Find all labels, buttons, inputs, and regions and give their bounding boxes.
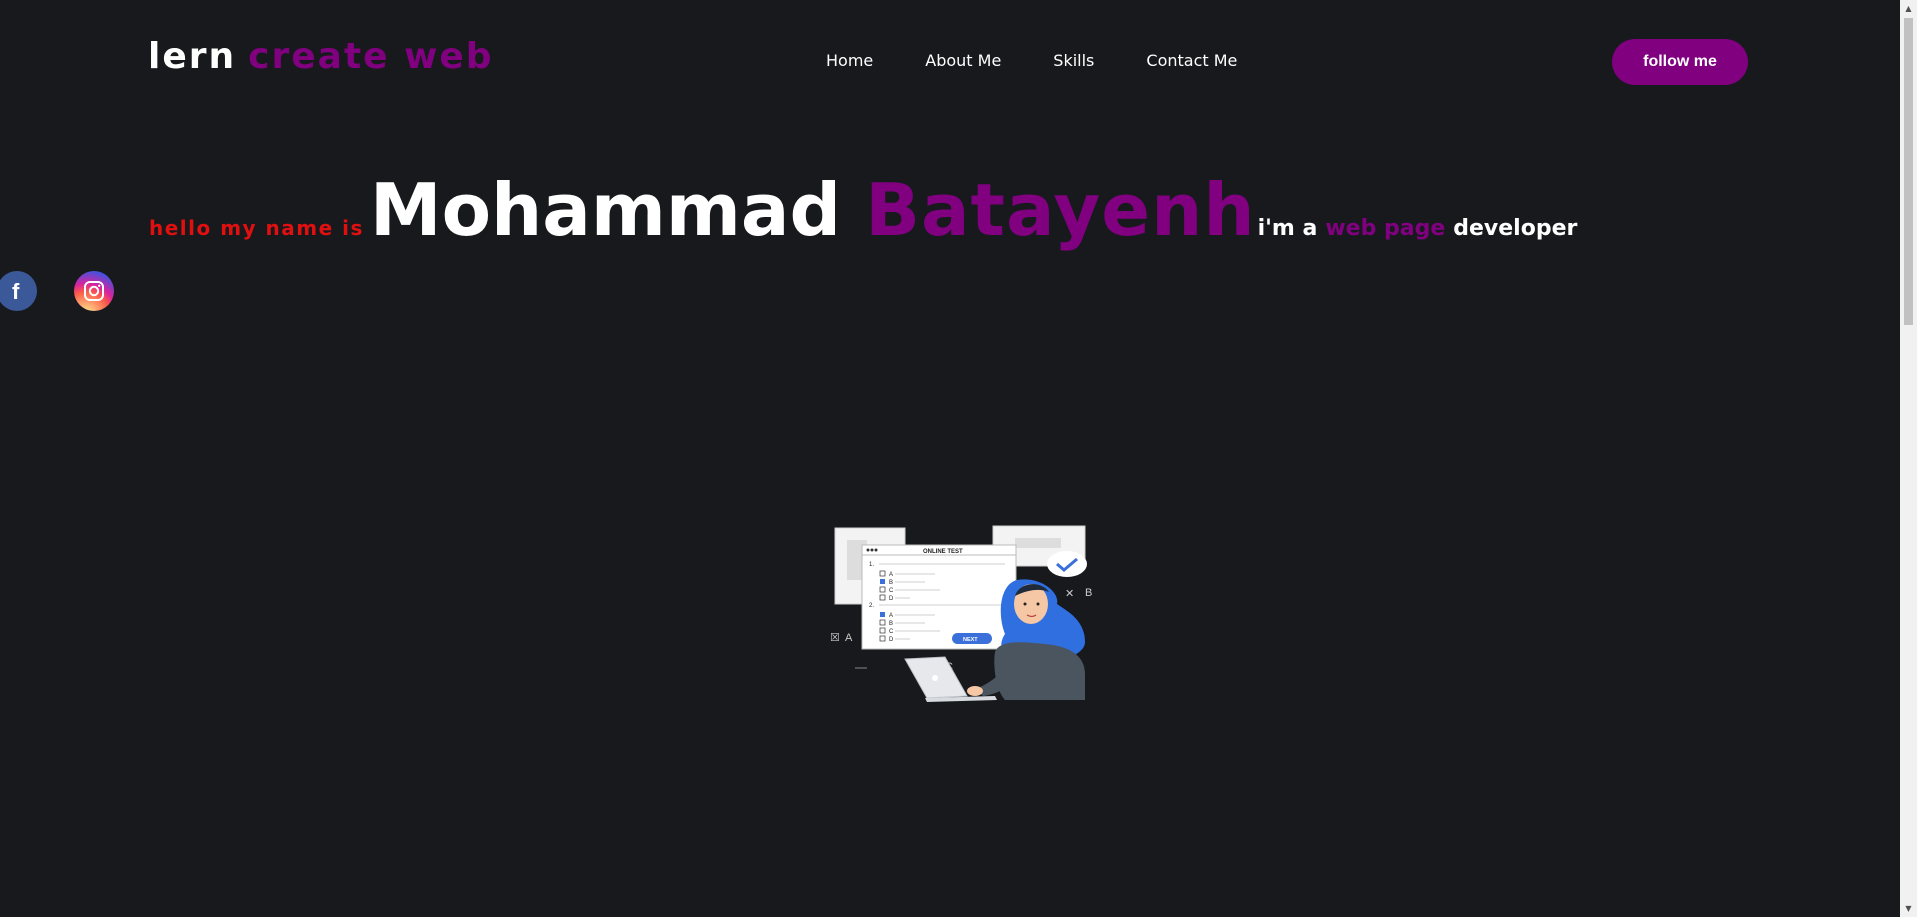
nav-home-link[interactable]: Home — [826, 51, 873, 70]
facebook-icon[interactable]: f — [0, 271, 37, 311]
nav-about-link[interactable]: About Me — [925, 51, 1001, 70]
svg-text:☒: ☒ — [830, 632, 840, 644]
logo-text-accent: create web — [248, 36, 494, 77]
hero-developer: developer — [1453, 216, 1578, 241]
svg-text:D: D — [889, 596, 894, 602]
hero-web-page: web page — [1325, 216, 1446, 241]
online-test-illustration: ONLINE TEST 1. A B C D 2. A B C D NEXT ✕… — [795, 524, 1095, 704]
hero-im-a: i'm a — [1257, 216, 1318, 241]
test-title: ONLINE TEST — [923, 549, 963, 555]
logo-text-primary: lern — [148, 36, 237, 77]
main-nav: Home About Me Skills Contact Me — [826, 51, 1289, 70]
svg-text:C: C — [889, 629, 894, 635]
svg-text:2.: 2. — [869, 603, 874, 609]
scrollbar-thumb[interactable] — [1904, 18, 1913, 325]
hero-last-name: Batayenh — [865, 168, 1256, 252]
svg-text:✕: ✕ — [1065, 588, 1074, 600]
svg-text:B: B — [1085, 587, 1092, 599]
svg-text:A: A — [889, 613, 893, 619]
svg-text:A: A — [889, 572, 893, 578]
follow-me-button[interactable]: follow me — [1612, 39, 1748, 85]
svg-text:f: f — [12, 279, 20, 303]
svg-text:C: C — [889, 588, 894, 594]
svg-text:1.: 1. — [869, 562, 874, 568]
hero-first-name: Mohammad — [369, 168, 842, 252]
site-logo[interactable]: lern create web — [148, 36, 494, 77]
nav-contact-link[interactable]: Contact Me — [1146, 51, 1237, 70]
svg-text:B: B — [889, 580, 893, 586]
scroll-up-arrow-icon[interactable]: ▲ — [1900, 0, 1917, 17]
svg-text:A: A — [845, 632, 853, 644]
hero-headline: hello my name is Mohammad Batayenh i'm a… — [149, 168, 1577, 252]
page: lern create web Home About Me Skills Cont… — [0, 0, 1917, 917]
svg-text:B: B — [889, 621, 893, 627]
svg-text:NEXT: NEXT — [963, 637, 978, 643]
nav-skills-link[interactable]: Skills — [1053, 51, 1094, 70]
hero-greeting: hello my name is — [149, 216, 364, 240]
instagram-icon[interactable] — [74, 271, 114, 311]
vertical-scrollbar[interactable]: ▲ ▼ — [1900, 0, 1917, 917]
svg-text:D: D — [889, 637, 894, 643]
scroll-down-arrow-icon[interactable]: ▼ — [1900, 900, 1917, 917]
